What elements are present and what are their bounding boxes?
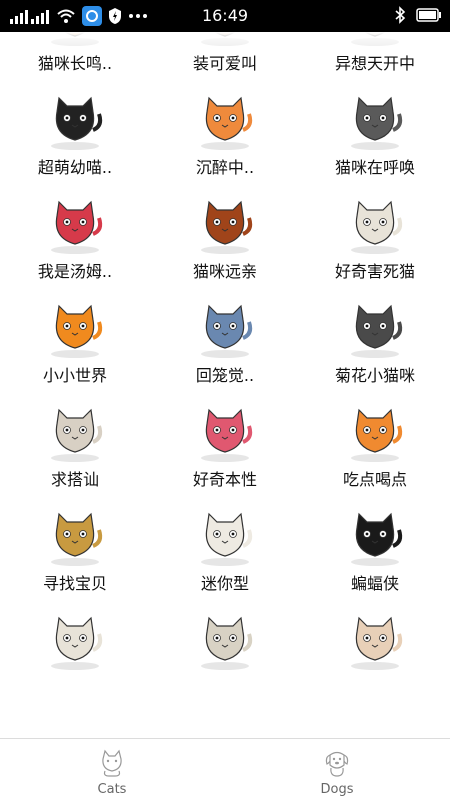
sticker-label: 吃点喝点 [342, 470, 407, 489]
cat-with-flower-icon [39, 402, 111, 464]
sticker-label: 迷你型 [200, 574, 249, 593]
sticker-label: 异想天开中 [334, 54, 415, 73]
tab-dogs[interactable]: Dogs [267, 739, 407, 801]
grid-row: 小小世界 回笼觉.. 菊花小猫咪 [0, 282, 450, 386]
sticker-item[interactable]: 回笼觉.. [150, 282, 300, 386]
sticker-item[interactable]: 猫咪远亲 [150, 178, 300, 282]
tab-dogs-label: Dogs [320, 782, 354, 797]
mummy-cat-icon [189, 610, 261, 672]
sticker-label: 菊花小猫咪 [334, 366, 415, 385]
dog-tab-icon [325, 751, 349, 777]
sticker-item[interactable] [300, 594, 450, 698]
sticker-label: 寻找宝贝 [42, 574, 107, 593]
sticker-item[interactable]: 好奇害死猫 [300, 178, 450, 282]
sticker-item[interactable]: 迷你型 [150, 490, 300, 594]
cat-toilet-icon [39, 610, 111, 672]
cat-with-bowl-icon [339, 402, 411, 464]
cat-in-gift-box-icon [189, 402, 261, 464]
sticker-label: 小小世界 [42, 366, 107, 385]
sticker-item[interactable] [0, 594, 150, 698]
battery-icon [416, 8, 441, 22]
orange-cat-icon [189, 90, 261, 152]
sticker-label: 蝙蝠侠 [350, 574, 399, 593]
grid-row: 寻找宝贝 迷你型 蝙蝠侠 [0, 490, 450, 594]
sticker-label: 猫咪在呼唤 [334, 158, 415, 177]
sticker-grid: 猫咪长鸣.. 装可爱叫 异想天开中超萌幼喵.. 沉醉中.. 猫咪在呼唤我是汤姆.. 猫咪远… [0, 32, 450, 738]
sticker-label: 我是汤姆.. [37, 262, 113, 281]
tab-cats[interactable]: Cats [42, 739, 182, 801]
grid-row: 猫咪长鸣.. 装可爱叫 异想天开中 [0, 32, 450, 74]
sticker-item[interactable]: 超萌幼喵.. [0, 74, 150, 178]
sticker-label: 装可爱叫 [192, 54, 257, 73]
sticker-label: 猫咪远亲 [192, 262, 257, 281]
grey-cat-back-icon [339, 298, 411, 360]
sticker-label: 猫咪长鸣.. [37, 54, 113, 73]
grid-row [0, 594, 450, 698]
sticker-item[interactable] [150, 594, 300, 698]
lion-icon [189, 194, 261, 256]
grey-cat-icon [339, 90, 411, 152]
sticker-item[interactable]: 好奇本性 [150, 386, 300, 490]
sticker-label: 好奇本性 [192, 470, 257, 489]
cat-sticker-icon [39, 32, 111, 48]
black-cat-in-basket-icon [39, 90, 111, 152]
grid-row: 超萌幼喵.. 沉醉中.. 猫咪在呼唤 [0, 74, 450, 178]
cat-sticker-icon [339, 32, 411, 48]
sticker-grid-scroll[interactable]: 猫咪长鸣.. 装可爱叫 异想天开中超萌幼喵.. 沉醉中.. 猫咪在呼唤我是汤姆.. 猫咪远… [0, 32, 450, 698]
sticker-item[interactable]: 我是汤姆.. [0, 178, 150, 282]
sticker-item[interactable]: 求搭讪 [0, 386, 150, 490]
sticker-item[interactable]: 菊花小猫咪 [300, 282, 450, 386]
cat-doghouse-icon [39, 506, 111, 568]
sticker-label: 好奇害死猫 [334, 262, 415, 281]
cat-in-toilet-icon [339, 194, 411, 256]
bat-cat-icon [339, 506, 411, 568]
sticker-item[interactable]: 吃点喝点 [300, 386, 450, 490]
grid-row: 求搭讪 好奇本性 吃点喝点 [0, 386, 450, 490]
tab-cats-label: Cats [97, 782, 127, 797]
sticker-item[interactable]: 蝙蝠侠 [300, 490, 450, 594]
bluetooth-icon [395, 6, 406, 24]
sticker-label: 超萌幼喵.. [37, 158, 113, 177]
cat-in-pumpkin-icon [39, 298, 111, 360]
cat-sticker-icon [189, 32, 261, 48]
sticker-item[interactable]: 小小世界 [0, 282, 150, 386]
bottom-tab-bar: Cats Dogs [0, 738, 450, 801]
sticker-item[interactable]: 装可爱叫 [150, 32, 300, 74]
sticker-item[interactable]: 猫咪长鸣.. [0, 32, 150, 74]
cat-with-hearts-icon [339, 610, 411, 672]
ghost-cat-icon [189, 506, 261, 568]
cat-laptop-icon [189, 298, 261, 360]
grid-row: 我是汤姆.. 猫咪远亲 好奇害死猫 [0, 178, 450, 282]
sticker-label: 沉醉中.. [195, 158, 255, 177]
status-right-icons [394, 6, 442, 24]
status-time: 16:49 [201, 6, 249, 25]
sticker-item[interactable]: 寻找宝贝 [0, 490, 150, 594]
cat-tab-icon [102, 749, 122, 777]
cat-in-basket-icon [39, 194, 111, 256]
sticker-label: 回笼觉.. [195, 366, 255, 385]
sticker-item[interactable]: 沉醉中.. [150, 74, 300, 178]
status-bar: 16:49 [0, 0, 450, 32]
sticker-label: 求搭讪 [50, 470, 99, 489]
sticker-item[interactable]: 猫咪在呼唤 [300, 74, 450, 178]
sticker-item[interactable]: 异想天开中 [300, 32, 450, 74]
